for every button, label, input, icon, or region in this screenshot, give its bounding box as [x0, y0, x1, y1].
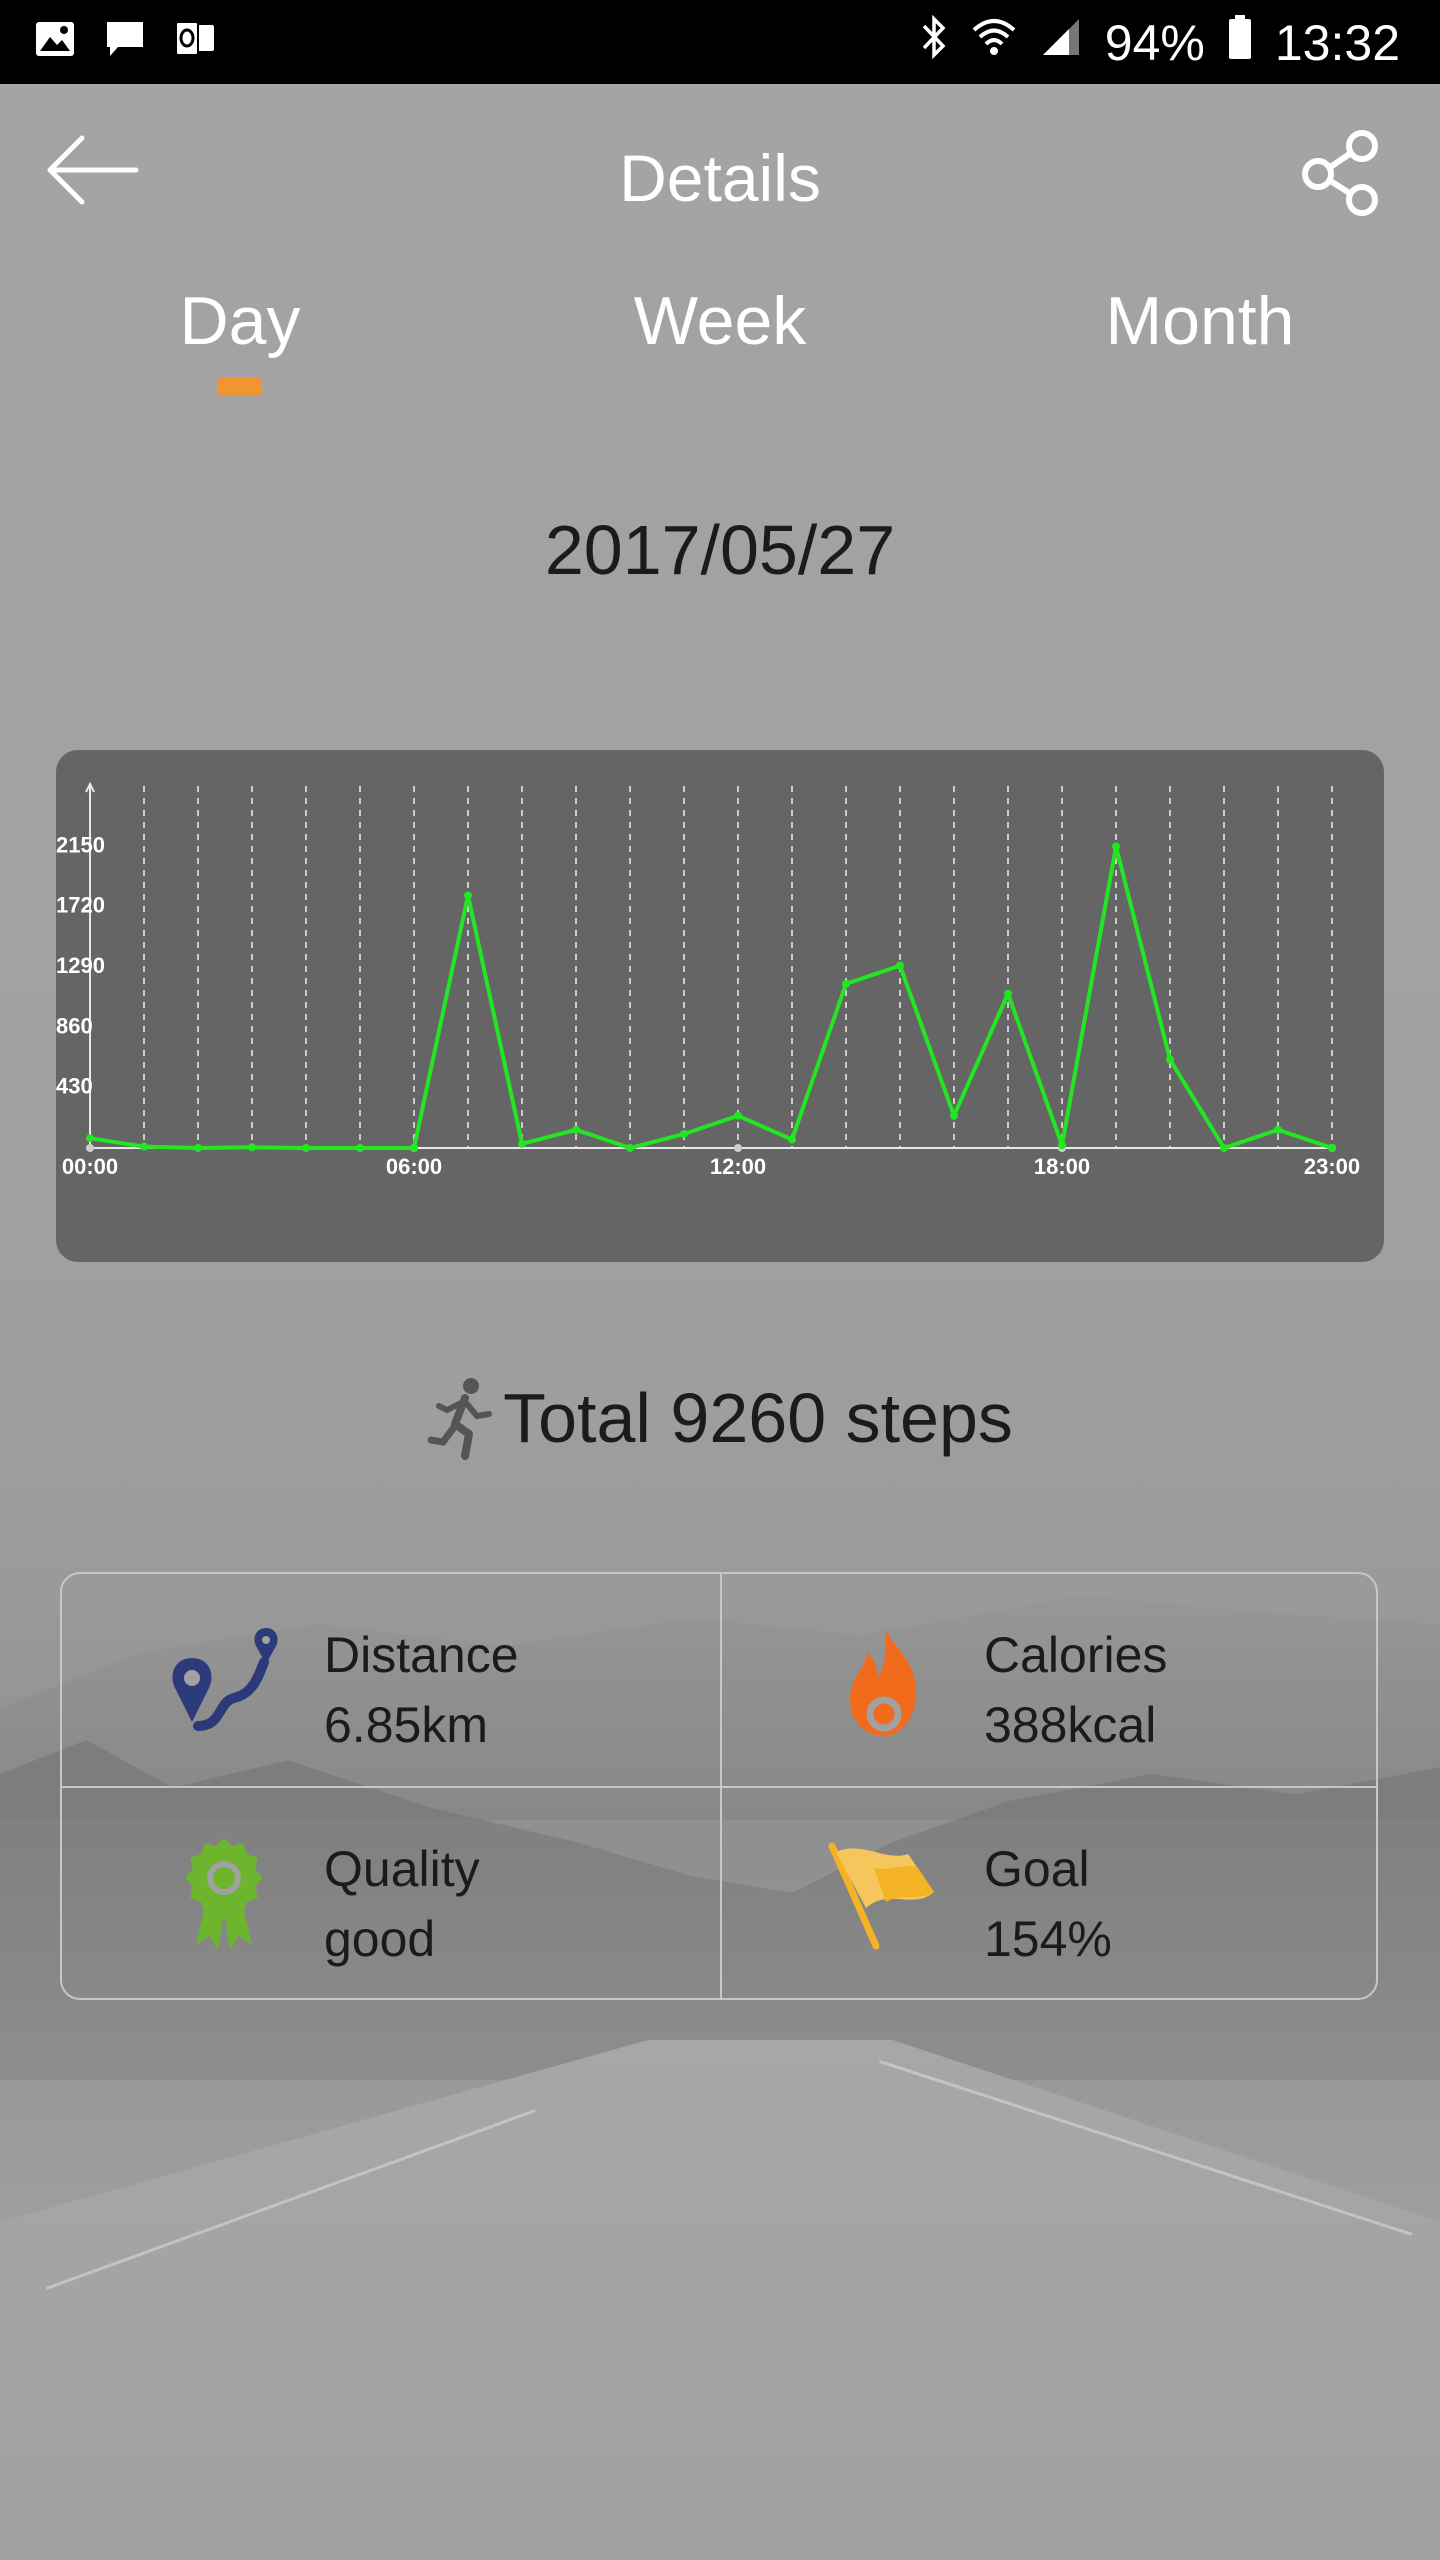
quality-value: good	[324, 1911, 436, 1967]
date-label: 2017/05/27	[544, 511, 896, 589]
data-point	[1328, 1144, 1336, 1152]
y-tick-label: 430	[56, 1074, 93, 1099]
data-point	[1004, 989, 1012, 998]
x-tick-label: 12:00	[710, 1154, 766, 1179]
data-point	[1274, 1125, 1282, 1134]
x-tick-label: 18:00	[1034, 1154, 1090, 1179]
bluetooth-icon	[919, 12, 949, 74]
total-steps-text: Total 9260 steps	[503, 1379, 1013, 1457]
y-tick-label: 860	[56, 1013, 93, 1038]
flag-icon	[828, 1842, 934, 1950]
share-icon	[1302, 130, 1378, 216]
data-point	[842, 979, 850, 988]
data-point	[896, 961, 904, 970]
x-tick-label: 00:00	[62, 1154, 118, 1179]
stat-goal: Goal 154%	[722, 1788, 1378, 1998]
steps-chart: 2150 1720 1290 860 430 00:00 06:00 12:00 18:00 23…	[56, 750, 1384, 1262]
calories-label: Calories	[984, 1627, 1168, 1683]
data-point	[1166, 1055, 1174, 1064]
calories-value: 388kcal	[984, 1697, 1157, 1753]
x-tick-dot	[734, 1144, 742, 1152]
data-point	[788, 1135, 796, 1144]
stats-grid: Distance 6.85km Calories 388kcal Quality…	[60, 1572, 1378, 2000]
y-tick-label: 1720	[56, 893, 105, 918]
signal-icon	[1039, 15, 1083, 71]
message-icon	[104, 18, 146, 60]
selected-tab-indicator	[218, 378, 262, 396]
data-point	[140, 1142, 148, 1151]
x-tick-dot	[86, 1144, 94, 1152]
runner-icon	[427, 1378, 493, 1460]
data-point	[86, 1134, 94, 1143]
data-point	[950, 1111, 958, 1120]
data-point	[302, 1144, 310, 1152]
data-point	[518, 1139, 526, 1148]
data-point	[680, 1129, 688, 1138]
y-tick-label: 2150	[56, 832, 105, 857]
tab-week[interactable]: Week	[570, 282, 870, 360]
data-point	[464, 891, 472, 900]
page-title: Details	[619, 141, 821, 215]
data-point	[1058, 1141, 1066, 1150]
x-tick-label: 06:00	[386, 1154, 442, 1179]
flame-icon	[850, 1626, 917, 1736]
award-ribbon-icon	[185, 1838, 263, 1950]
share-button[interactable]	[1300, 128, 1388, 218]
x-tick-label: 23:00	[1304, 1154, 1360, 1179]
data-point	[1112, 842, 1120, 851]
outlook-icon	[174, 18, 216, 60]
steps-line	[89, 844, 1333, 1150]
distance-label: Distance	[324, 1627, 519, 1683]
image-icon	[34, 18, 76, 60]
notification-icons	[34, 18, 216, 60]
status-bar: 94% 13:32	[0, 0, 1440, 84]
battery-icon	[1227, 14, 1253, 72]
tab-day[interactable]: Day	[90, 282, 390, 360]
stat-distance: Distance 6.85km	[62, 1574, 718, 1784]
clock: 13:32	[1274, 15, 1400, 71]
steps-line-chart: 2150 1720 1290 860 430 00:00 06:00 12:00 18:00 23…	[56, 781, 1360, 1179]
wifi-icon	[971, 14, 1017, 72]
tab-month[interactable]: Month	[1050, 282, 1350, 360]
battery-percent: 94%	[1104, 15, 1205, 71]
stat-calories: Calories 388kcal	[722, 1574, 1378, 1784]
distance-value: 6.85km	[324, 1697, 488, 1753]
data-point	[356, 1144, 364, 1152]
total-steps: Total 9260 steps	[0, 1376, 1440, 1460]
route-map-pin-icon	[172, 1628, 278, 1731]
data-point	[734, 1111, 742, 1120]
goal-value: 154%	[984, 1911, 1112, 1967]
data-point	[572, 1125, 580, 1134]
quality-label: Quality	[324, 1841, 480, 1897]
system-status: 94% 13:32	[919, 12, 1400, 74]
data-point	[248, 1143, 256, 1152]
data-point	[1220, 1144, 1228, 1152]
y-tick-label: 1290	[56, 953, 105, 978]
goal-label: Goal	[984, 1841, 1090, 1897]
data-point	[410, 1144, 418, 1152]
data-point	[626, 1144, 634, 1152]
background-road	[0, 2040, 1440, 2560]
stat-quality: Quality good	[62, 1788, 718, 1998]
data-point	[194, 1144, 202, 1152]
